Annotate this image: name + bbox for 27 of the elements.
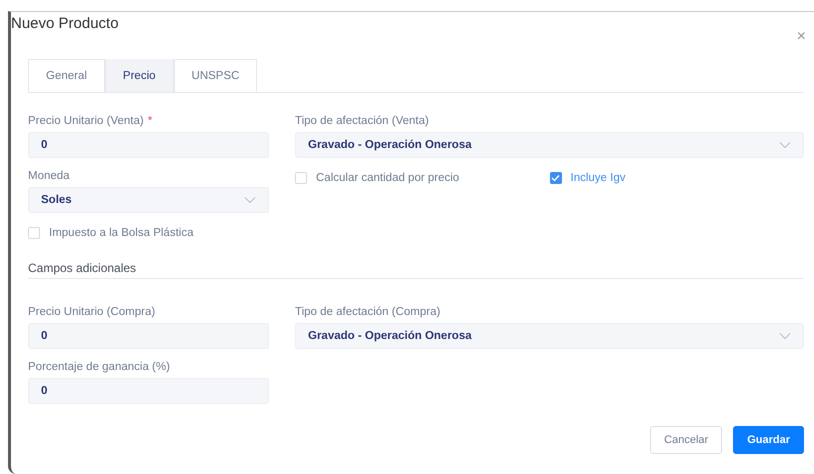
chevron-down-icon <box>779 332 791 340</box>
field-label: Tipo de afectación (Compra) <box>295 306 440 318</box>
field-label: Tipo de afectación (Venta) <box>295 114 429 126</box>
input-field[interactable]: 0 <box>28 132 269 158</box>
save-button[interactable]: Guardar <box>733 426 804 454</box>
field-label: Moneda <box>28 170 70 182</box>
checkbox[interactable] <box>550 172 562 184</box>
cancel-button[interactable]: Cancelar <box>650 426 722 454</box>
section-title: Campos adicionales <box>28 261 804 279</box>
tab[interactable]: Precio <box>104 59 174 92</box>
checkbox-label: Incluye Igv <box>570 172 626 184</box>
field-label: Porcentaje de ganancia (%) <box>28 360 170 372</box>
required-mark: * <box>148 114 152 126</box>
field-label: Precio Unitario (Compra) <box>28 306 156 318</box>
select-field[interactable]: Gravado - Operación Onerosa <box>295 323 804 349</box>
field-label: Precio Unitario (Venta) <box>28 114 144 126</box>
chevron-down-icon <box>244 196 256 204</box>
chevron-down-icon <box>779 141 791 149</box>
tab[interactable]: UNSPSC <box>174 59 258 92</box>
input-field[interactable]: 0 <box>28 323 269 349</box>
dialog-title: Nuevo Producto <box>11 15 119 34</box>
select-field[interactable]: Soles <box>28 187 269 213</box>
input-field[interactable]: 0 <box>28 378 269 404</box>
checkbox-label: Calcular cantidad por precio <box>316 172 460 184</box>
tab[interactable]: General <box>28 59 105 92</box>
select-field[interactable]: Gravado - Operación Onerosa <box>295 132 804 158</box>
checkbox-label: Impuesto a la Bolsa Plástica <box>49 227 194 239</box>
